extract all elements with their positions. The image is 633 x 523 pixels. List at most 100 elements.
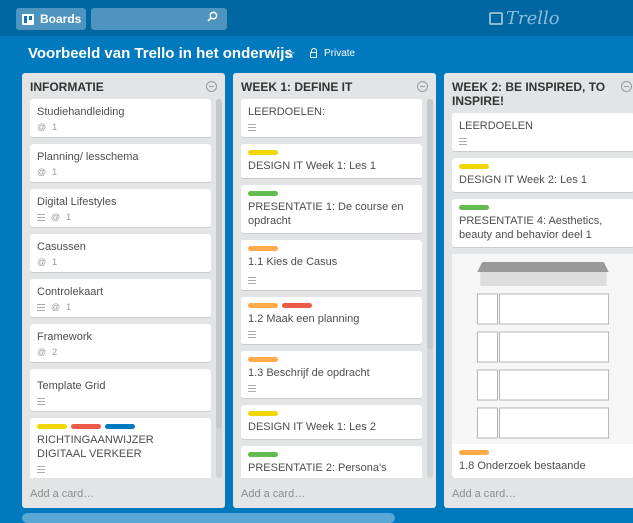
- card-title: PRESENTATIE 1: De course en opdracht: [248, 201, 404, 227]
- boards-label: Boards: [40, 12, 82, 26]
- attachment-icon: @: [37, 167, 47, 177]
- card-title: Controlekaart: [37, 286, 104, 298]
- boards-icon: [22, 13, 34, 25]
- attachment-count: 1: [52, 167, 58, 177]
- label-green: [248, 191, 278, 196]
- label-orange: [248, 246, 278, 251]
- description-icon: [248, 276, 256, 284]
- visibility-label: Private: [324, 48, 356, 59]
- card-cover-image: [452, 254, 633, 444]
- description-icon: [459, 137, 467, 145]
- lock-icon: [310, 47, 317, 58]
- attachment-icon: @: [37, 122, 47, 132]
- add-card-link[interactable]: Add a card…: [30, 488, 94, 500]
- list-week-2: WEEK 2: BE INSPIRED, TO INSPIRE! LEERDOE…: [444, 73, 633, 508]
- card-title: LEERDOELEN:: [248, 106, 326, 118]
- card-title: DESIGN IT Week 2: Les 1: [459, 174, 587, 186]
- add-card-link[interactable]: Add a card…: [241, 488, 305, 500]
- card[interactable]: 1.1 Kies de Casus: [241, 240, 422, 291]
- card-title: Casussen: [37, 241, 86, 253]
- boards-button[interactable]: Boards: [16, 8, 86, 30]
- description-icon: [248, 123, 256, 131]
- list-title[interactable]: WEEK 1: DEFINE IT: [241, 80, 428, 94]
- add-card-link[interactable]: Add a card…: [452, 488, 516, 500]
- attachment-count: 1: [52, 257, 58, 267]
- card[interactable]: PRESENTATIE 1: De course en opdracht: [241, 185, 422, 234]
- list-informatie: INFORMATIE Studiehandleiding @1 Planning…: [22, 73, 225, 508]
- card[interactable]: RICHTINGAANWIJZER DIGITAAL VERKEER: [30, 418, 211, 478]
- card-title: Framework: [37, 331, 93, 343]
- card[interactable]: LEERDOELEN:: [241, 99, 422, 138]
- card[interactable]: PRESENTATIE 2: Persona's: [241, 446, 422, 478]
- description-icon: [37, 397, 45, 405]
- card[interactable]: PRESENTATIE 4: Aesthetics, beauty and be…: [452, 199, 633, 248]
- list-title[interactable]: WEEK 2: BE INSPIRED, TO INSPIRE!: [452, 80, 633, 108]
- card-title: Studiehandleiding: [37, 106, 125, 118]
- board-horizontal-scrollbar[interactable]: [22, 513, 395, 523]
- search-icon[interactable]: [207, 11, 218, 22]
- top-bar: Boards Trello: [0, 0, 633, 36]
- attachment-icon: @: [51, 302, 61, 312]
- card[interactable]: Planning/ lesschema @1: [30, 144, 211, 183]
- attachment-icon: @: [37, 257, 47, 267]
- card[interactable]: DESIGN IT Week 2: Les 1: [452, 158, 633, 193]
- board-header: Voorbeeld van Trello in het onderwijs ☆ …: [0, 36, 633, 72]
- card-title: LEERDOELEN: [459, 120, 533, 132]
- scroll-thumb[interactable]: [427, 99, 433, 349]
- card-title: 1.2 Maak een planning: [248, 313, 360, 325]
- list-menu-icon[interactable]: [417, 81, 428, 92]
- list-scrollbar[interactable]: [216, 99, 222, 478]
- board-title[interactable]: Voorbeeld van Trello in het onderwijs: [28, 45, 293, 62]
- card[interactable]: DESIGN IT Week 1: Les 1: [241, 144, 422, 179]
- attachment-count: 1: [66, 212, 72, 222]
- visibility-button[interactable]: Private: [310, 47, 356, 59]
- card-labels: [248, 411, 415, 416]
- label-orange: [248, 303, 278, 308]
- scroll-thumb[interactable]: [216, 99, 222, 429]
- card[interactable]: 1.2 Maak een planning: [241, 297, 422, 345]
- card-title: PRESENTATIE 2: Persona's: [248, 462, 387, 474]
- trello-logo[interactable]: Trello: [489, 8, 560, 29]
- card[interactable]: LEERDOELEN: [452, 113, 633, 152]
- label-orange: [248, 357, 278, 362]
- card-labels: [459, 205, 627, 210]
- card[interactable]: Digital Lifestyles @1: [30, 189, 211, 228]
- list-title[interactable]: INFORMATIE: [30, 80, 217, 94]
- label-orange: [459, 450, 489, 455]
- card[interactable]: DESIGN IT Week 1: Les 2: [241, 405, 422, 440]
- list-header[interactable]: INFORMATIE: [22, 73, 225, 94]
- list-menu-icon[interactable]: [621, 81, 632, 92]
- attachment-icon: @: [37, 347, 47, 357]
- star-icon[interactable]: ☆: [284, 46, 296, 62]
- card-list: LEERDOELEN: DESIGN IT Week 1: Les 1 PRES…: [241, 99, 422, 478]
- card[interactable]: 1.8 Onderzoek bestaande: [452, 254, 633, 478]
- card-title: PRESENTATIE 4: Aesthetics, beauty and be…: [459, 215, 603, 241]
- card-labels: [248, 150, 415, 155]
- description-icon: [37, 303, 45, 311]
- card[interactable]: Template Grid: [30, 369, 211, 412]
- card-labels: [248, 303, 415, 308]
- list-header[interactable]: WEEK 2: BE INSPIRED, TO INSPIRE!: [444, 73, 633, 108]
- label-green: [248, 452, 278, 457]
- card-title: 1.3 Beschrijf de opdracht: [248, 367, 370, 379]
- logo-text: Trello: [506, 8, 560, 29]
- card[interactable]: Controlekaart @1: [30, 279, 211, 318]
- template-grid-image: [452, 254, 633, 444]
- list-menu-icon[interactable]: [206, 81, 217, 92]
- card[interactable]: Casussen @1: [30, 234, 211, 273]
- card-title: 1.8 Onderzoek bestaande: [459, 460, 586, 472]
- card-labels: [248, 191, 415, 196]
- list-header[interactable]: WEEK 1: DEFINE IT: [233, 73, 436, 94]
- list-scrollbar[interactable]: [427, 99, 433, 478]
- card[interactable]: Framework @2: [30, 324, 211, 363]
- card-title: RICHTINGAANWIJZER DIGITAAL VERKEER: [37, 434, 154, 460]
- description-icon: [37, 213, 45, 221]
- card-labels: [248, 452, 415, 457]
- card-list: LEERDOELEN DESIGN IT Week 2: Les 1 PRESE…: [452, 113, 633, 478]
- card[interactable]: 1.3 Beschrijf de opdracht: [241, 351, 422, 399]
- card-title: Template Grid: [37, 380, 106, 392]
- card[interactable]: Studiehandleiding @1: [30, 99, 211, 138]
- description-icon: [37, 465, 45, 473]
- card-labels: [459, 450, 627, 455]
- card-title: DESIGN IT Week 1: Les 2: [248, 421, 376, 433]
